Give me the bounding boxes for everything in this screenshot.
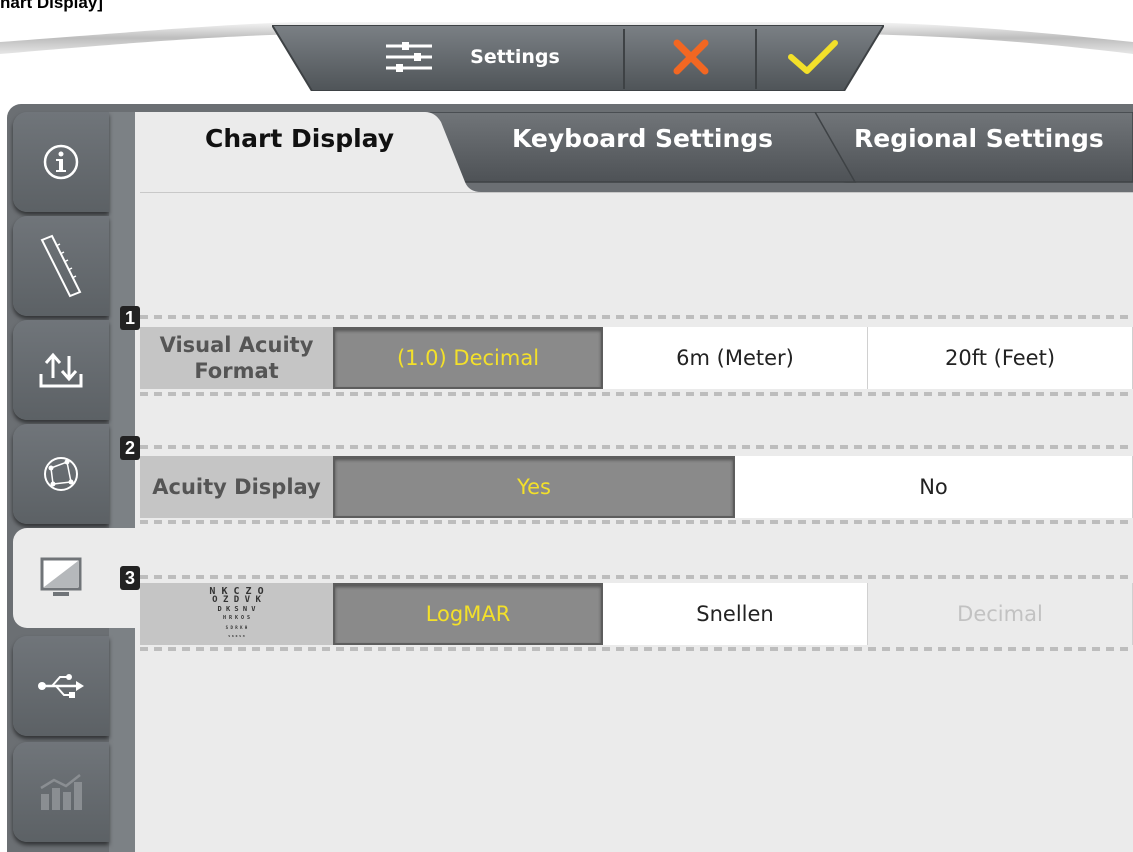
sidebar-item-statistics[interactable]	[13, 742, 109, 842]
option-acuity-yes[interactable]: Yes	[333, 456, 735, 518]
row-number: 1	[120, 306, 140, 330]
option-decimal-chart: Decimal	[868, 583, 1133, 645]
import-export-icon	[39, 352, 83, 388]
row-divider	[140, 315, 1133, 319]
sidebar-item-usb[interactable]	[13, 636, 109, 736]
option-decimal-format[interactable]: (1.0) Decimal	[333, 327, 603, 389]
eye-chart-line: D K S N V	[217, 605, 256, 613]
option-feet-format[interactable]: 20ft (Feet)	[868, 327, 1133, 389]
row-divider	[140, 647, 1133, 651]
option-snellen[interactable]: Snellen	[603, 583, 868, 645]
row-divider	[140, 520, 1133, 524]
visual-acuity-format-label: Visual Acuity Format	[140, 327, 333, 389]
eye-chart-line: V K R S H	[228, 634, 245, 638]
sliders-icon	[386, 42, 433, 72]
sidebar-item-display[interactable]	[13, 528, 137, 628]
tab-chart-display[interactable]: Chart Display	[205, 124, 394, 153]
sidebar-item-import-export[interactable]	[13, 320, 109, 420]
option-logmar[interactable]: LogMAR	[333, 583, 603, 645]
sidebar-rail	[109, 112, 135, 852]
eye-chart-line: S D R K H	[225, 625, 248, 630]
eye-chart-icon: N K C Z O O Z D V K D K S N V H R K O S …	[209, 587, 263, 641]
tab-keyboard-settings[interactable]: Keyboard Settings	[512, 124, 773, 153]
settings-button[interactable]: Settings	[322, 27, 622, 87]
network-icon	[44, 457, 78, 491]
sidebar-item-measure[interactable]	[13, 216, 109, 316]
statistics-icon	[40, 774, 82, 810]
sidebar	[13, 112, 137, 852]
toolbar-title: Settings	[470, 46, 560, 68]
close-icon	[673, 39, 709, 75]
eye-chart-line: O Z D V K	[212, 595, 261, 605]
option-meter-format[interactable]: 6m (Meter)	[603, 327, 868, 389]
row-number: 3	[120, 566, 140, 590]
tab-regional-settings[interactable]: Regional Settings	[854, 124, 1104, 153]
row-divider	[140, 445, 1133, 449]
display-icon	[40, 557, 82, 596]
usb-icon	[38, 674, 84, 698]
check-icon	[788, 40, 838, 74]
info-icon	[43, 144, 79, 180]
cancel-button[interactable]	[626, 27, 756, 87]
row-divider	[140, 392, 1133, 396]
confirm-button[interactable]	[758, 27, 868, 87]
ruler-icon	[40, 234, 82, 298]
tab-divider	[140, 192, 1133, 193]
row-number: 2	[120, 436, 140, 460]
sidebar-item-info[interactable]	[13, 112, 109, 212]
row-divider	[140, 575, 1133, 579]
eye-chart-line: H R K O S	[222, 615, 251, 621]
chart-type-label: N K C Z O O Z D V K D K S N V H R K O S …	[140, 583, 333, 645]
sidebar-item-network[interactable]	[13, 424, 109, 524]
acuity-display-label: Acuity Display	[140, 456, 333, 518]
option-acuity-no[interactable]: No	[735, 456, 1133, 518]
